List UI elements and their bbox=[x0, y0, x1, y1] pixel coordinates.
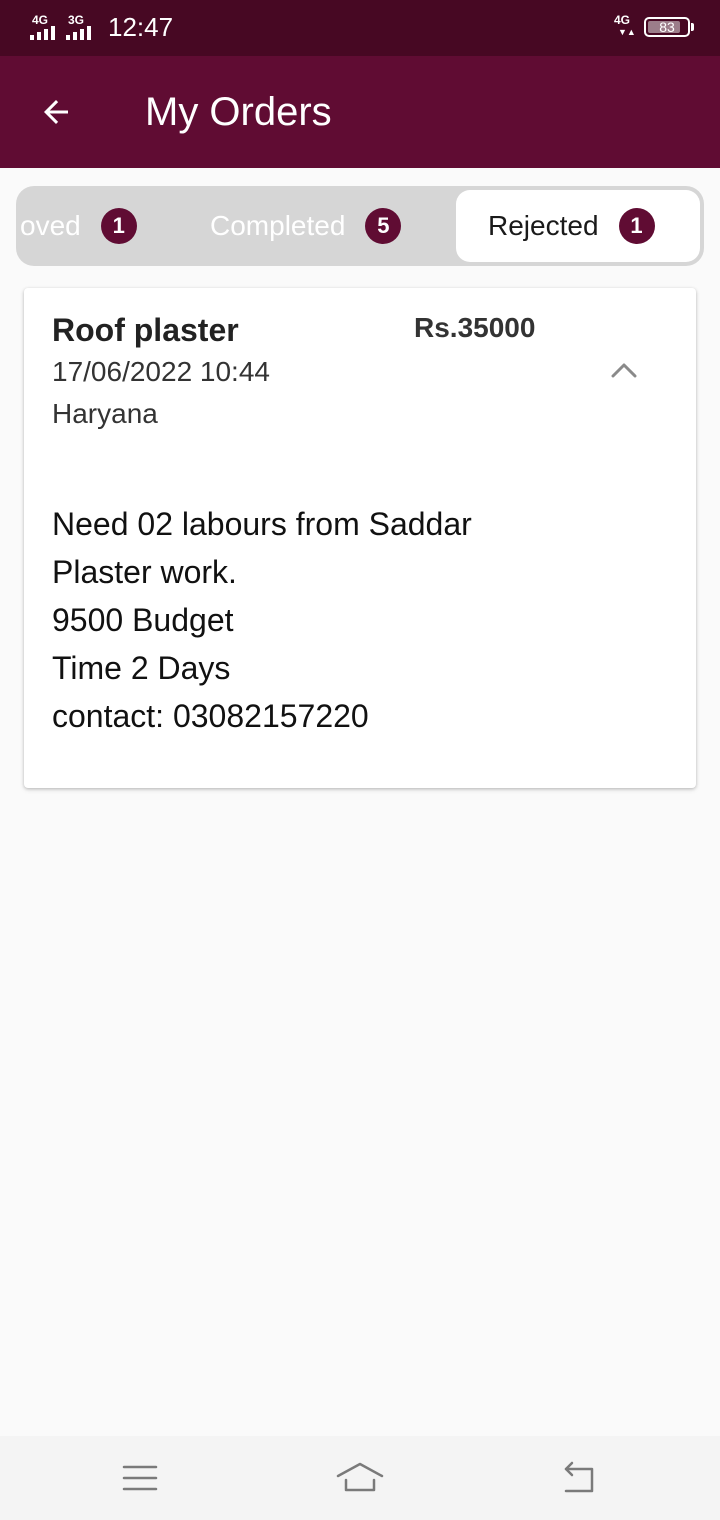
order-card[interactable]: Roof plaster Rs.35000 17/06/2022 10:44 H… bbox=[24, 288, 696, 788]
tab-completed[interactable]: Completed 5 bbox=[210, 190, 460, 262]
back-icon bbox=[564, 1461, 594, 1493]
tab-approved[interactable]: oved 1 bbox=[20, 190, 180, 262]
order-location: Haryana bbox=[52, 398, 158, 429]
network-type-2: 3G bbox=[68, 13, 85, 27]
back-button[interactable] bbox=[32, 84, 80, 140]
tab-label: Completed bbox=[210, 210, 346, 241]
home-icon bbox=[336, 1462, 384, 1492]
system-nav-bar bbox=[0, 1436, 720, 1520]
battery-icon: 83 bbox=[644, 17, 694, 37]
battery-level: 83 bbox=[659, 19, 675, 35]
tab-count-badge: 1 bbox=[100, 208, 137, 244]
status-right: 4G ▼▲ 83 bbox=[614, 13, 694, 40]
order-description: Need 02 labours from Saddar Plaster work… bbox=[52, 500, 652, 740]
tab-rejected[interactable]: Rejected 1 bbox=[456, 190, 700, 262]
description-line: Time 2 Days bbox=[52, 650, 231, 686]
app-bar: My Orders bbox=[0, 56, 720, 168]
arrow-left-icon bbox=[44, 100, 68, 124]
chevron-up-icon bbox=[611, 363, 637, 378]
data-icon: 4G ▼▲ bbox=[614, 13, 636, 37]
recents-button[interactable] bbox=[110, 1450, 170, 1506]
menu-icon bbox=[122, 1465, 158, 1491]
order-status-tabs: oved 1 Completed 5 Rejected 1 bbox=[16, 186, 704, 266]
description-line: 9500 Budget bbox=[52, 602, 234, 638]
signal-icon-2: 3G bbox=[66, 14, 96, 42]
order-price: Rs.35000 bbox=[414, 312, 536, 343]
description-line: contact: 03082157220 bbox=[52, 698, 369, 734]
description-line: Need 02 labours from Saddar bbox=[52, 506, 472, 542]
description-line: Plaster work. bbox=[52, 554, 237, 590]
home-button[interactable] bbox=[330, 1450, 390, 1506]
status-time: 12:47 bbox=[108, 12, 174, 42]
order-date: 17/06/2022 10:44 bbox=[52, 356, 270, 387]
collapse-button[interactable] bbox=[600, 350, 648, 390]
status-left: 4G 3G 12:47 bbox=[30, 12, 173, 42]
page-title: My Orders bbox=[145, 90, 332, 134]
tab-count-badge: 5 bbox=[365, 208, 402, 244]
tab-label: Rejected bbox=[488, 210, 599, 241]
signal-icon-1: 4G bbox=[30, 14, 60, 42]
system-back-button[interactable] bbox=[548, 1450, 608, 1506]
network-type-3: 4G bbox=[614, 13, 631, 27]
tab-label: oved bbox=[20, 210, 81, 241]
network-type-1: 4G bbox=[32, 13, 49, 27]
tab-count-badge: 1 bbox=[618, 208, 655, 244]
order-title: Roof plaster bbox=[52, 312, 239, 348]
status-bar: 4G 3G 12:47 4G ▼▲ 83 bbox=[0, 0, 720, 56]
